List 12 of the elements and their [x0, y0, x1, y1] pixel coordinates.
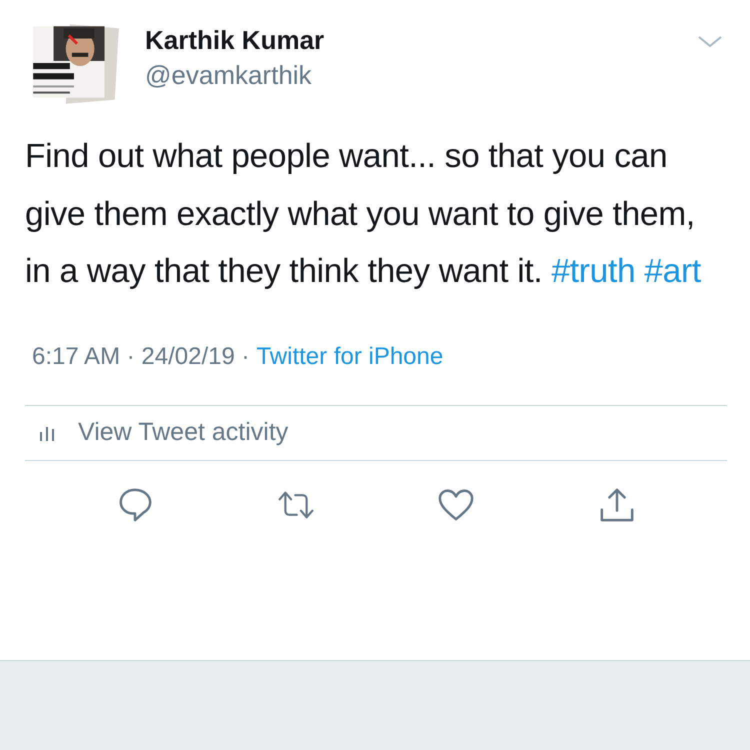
hashtag-link[interactable]: #art [644, 253, 701, 290]
hashtag-link[interactable]: #truth [551, 253, 636, 290]
author-handle[interactable]: @evamkarthik [145, 58, 324, 92]
source-link[interactable]: Twitter for iPhone [256, 342, 444, 370]
bar-chart-icon [39, 424, 55, 440]
tweet-text: Find out what people want... so that you can give them exactly what you want to give them, in a way that they think they want it. #truth #art [25, 137, 702, 292]
view-tweet-activity-link[interactable]: View Tweet activity [78, 418, 288, 447]
tweet-timestamp: 6:17 AM · 24/02/19 · [32, 342, 250, 370]
author-name[interactable]: Karthik Kumar [145, 24, 324, 56]
share-icon[interactable] [598, 486, 635, 522]
heart-icon[interactable] [438, 486, 474, 522]
reply-icon[interactable] [117, 486, 154, 522]
